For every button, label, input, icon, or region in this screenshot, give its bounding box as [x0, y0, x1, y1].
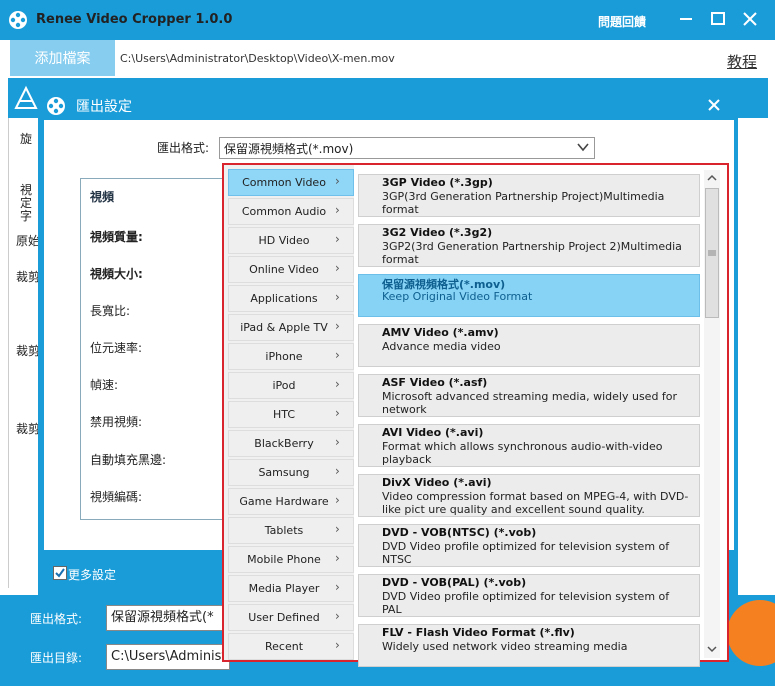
- scroll-grip-icon: [708, 250, 716, 256]
- category-label: Tablets: [264, 524, 304, 537]
- category-label: iPod: [272, 379, 296, 392]
- dialog-logo-icon: [47, 97, 65, 115]
- chevron-right-icon: ›: [335, 319, 340, 333]
- export-dir-field[interactable]: C:\Users\Administr: [106, 644, 230, 670]
- more-settings-label[interactable]: 更多設定: [68, 566, 116, 583]
- category-label: iPad & Apple TV: [240, 321, 328, 334]
- video-quality-label: 視頻質量:: [90, 230, 143, 244]
- minimize-icon[interactable]: [675, 8, 697, 30]
- maximize-icon[interactable]: [707, 8, 729, 30]
- category-label: User Defined: [248, 611, 320, 624]
- format-description: 3GP(3rd Generation Partnership Project)M…: [382, 190, 665, 216]
- category-label: Samsung: [258, 466, 310, 479]
- chevron-right-icon: ›: [335, 174, 340, 188]
- format-name: AMV Video (*.amv): [382, 326, 499, 339]
- chevron-right-icon: ›: [335, 348, 340, 362]
- video-group-title: 視頻: [90, 190, 115, 204]
- left-label: 裁剪: [16, 422, 41, 436]
- format-description: Widely used network video streaming medi…: [382, 640, 628, 653]
- chevron-right-icon: ›: [335, 232, 340, 246]
- help-feedback-link[interactable]: 問題回饋: [598, 13, 646, 30]
- category-label: Common Audio: [241, 205, 327, 218]
- category-label: Online Video: [249, 263, 319, 276]
- format-description: DVD Video profile optimized for televisi…: [382, 540, 670, 566]
- video-size-label: 視頻大小:: [90, 267, 143, 281]
- chevron-right-icon: ›: [335, 435, 340, 449]
- category-label: BlackBerry: [254, 437, 314, 450]
- left-label: 字: [20, 209, 33, 223]
- format-name: 3G2 Video (*.3g2): [382, 226, 493, 239]
- scroll-down-icon[interactable]: [706, 643, 718, 655]
- left-label: 原始: [16, 234, 41, 248]
- app-title: Renee Video Cropper 1.0.0: [36, 12, 233, 27]
- auto-fill-black-label: 自動填充黑邊:: [90, 453, 167, 467]
- chevron-right-icon: ›: [335, 551, 340, 565]
- category-label: Common Video: [242, 176, 326, 189]
- category-label: Game Hardware: [239, 495, 329, 508]
- rotate-tool-icon[interactable]: [14, 84, 38, 110]
- format-name: ASF Video (*.asf): [382, 376, 488, 389]
- file-path: C:\Users\Administrator\Desktop\Video\X-m…: [120, 52, 395, 65]
- chevron-right-icon: ›: [335, 377, 340, 391]
- left-label: 裁剪: [16, 344, 41, 358]
- dialog-close-icon[interactable]: [706, 97, 722, 113]
- dialog-title: 匯出設定: [76, 99, 132, 115]
- format-name: AVI Video (*.avi): [382, 426, 484, 439]
- chevron-down-icon[interactable]: [576, 140, 590, 154]
- close-icon[interactable]: [739, 8, 761, 30]
- format-description: DVD Video profile optimized for televisi…: [382, 590, 670, 616]
- category-label: HD Video: [258, 234, 310, 247]
- export-format-field[interactable]: 保留源視頻格式(*: [106, 605, 230, 631]
- checkmark-icon: [55, 568, 65, 578]
- tutorial-link[interactable]: 教程: [727, 51, 757, 72]
- aspect-ratio-label: 長寬比:: [90, 304, 131, 318]
- app-logo-icon: [9, 11, 27, 29]
- export-format-label: 匯出格式:: [30, 612, 83, 626]
- format-description: 3GP2(3rd Generation Partnership Project …: [382, 240, 682, 266]
- format-description: Video compression format based on MPEG-4…: [382, 490, 689, 516]
- format-description: Microsoft advanced streaming media, wide…: [382, 390, 678, 416]
- category-label: Applications: [250, 292, 318, 305]
- frame-rate-label: 幀速:: [90, 378, 119, 392]
- format-name: DVD - VOB(PAL) (*.vob): [382, 576, 527, 589]
- scroll-up-icon[interactable]: [706, 172, 718, 184]
- chevron-right-icon: ›: [335, 406, 340, 420]
- format-description: Keep Original Video Format: [382, 290, 533, 303]
- chevron-right-icon: ›: [335, 638, 340, 652]
- chevron-right-icon: ›: [335, 203, 340, 217]
- format-name: DVD - VOB(NTSC) (*.vob): [382, 526, 537, 539]
- export-dir-label: 匯出目錄:: [30, 651, 83, 665]
- left-label: 裁剪: [16, 270, 41, 284]
- category-label: Recent: [264, 640, 304, 653]
- video-codec-label: 視頻編碼:: [90, 490, 143, 504]
- format-description: Advance media video: [382, 340, 501, 353]
- left-label: 旋: [20, 132, 33, 146]
- category-label: Media Player: [248, 582, 320, 595]
- add-file-button[interactable]: 添加檔案: [10, 40, 115, 76]
- format-label: 匯出格式:: [157, 141, 210, 155]
- chevron-right-icon: ›: [335, 493, 340, 507]
- format-name: DivX Video (*.avi): [382, 476, 492, 489]
- chevron-right-icon: ›: [335, 261, 340, 275]
- disable-video-label: 禁用視頻:: [90, 415, 143, 429]
- category-label: iPhone: [265, 350, 303, 363]
- category-label: HTC: [272, 408, 296, 421]
- chevron-right-icon: ›: [335, 609, 340, 623]
- chevron-right-icon: ›: [335, 580, 340, 594]
- chevron-right-icon: ›: [335, 522, 340, 536]
- chevron-right-icon: ›: [335, 290, 340, 304]
- format-name: 3GP Video (*.3gp): [382, 176, 493, 189]
- format-description: Format which allows synchronous audio-wi…: [382, 440, 663, 466]
- bitrate-label: 位元速率:: [90, 341, 143, 355]
- chevron-right-icon: ›: [335, 464, 340, 478]
- format-select-value: 保留源視頻格式(*.mov): [224, 142, 354, 156]
- format-name: FLV - Flash Video Format (*.flv): [382, 626, 575, 639]
- category-label: Mobile Phone: [247, 553, 321, 566]
- more-settings-checkbox[interactable]: [53, 566, 67, 580]
